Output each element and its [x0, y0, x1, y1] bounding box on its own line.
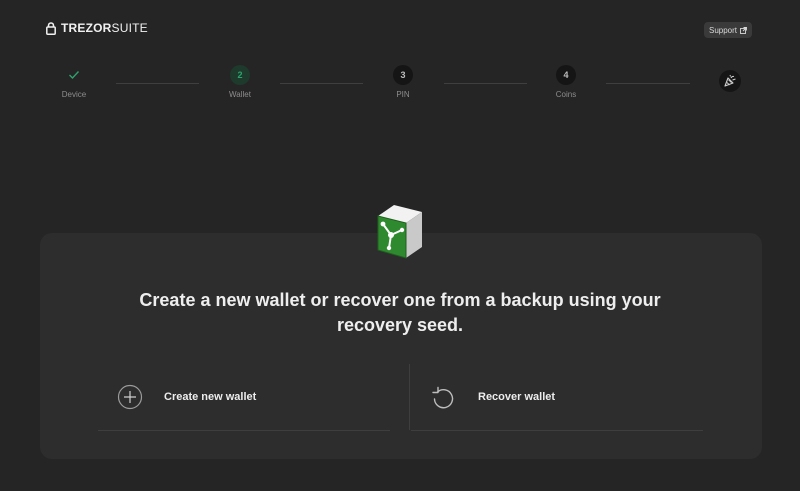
step-device-circle	[64, 65, 84, 85]
step-pin-circle: 3	[393, 65, 413, 85]
plus-circle-icon	[117, 384, 143, 410]
wallet-cube-illustration	[377, 205, 422, 259]
step-wallet-circle: 2	[230, 65, 250, 85]
step-connector	[444, 83, 527, 84]
page-title: Create a new wallet or recover one from …	[139, 290, 661, 335]
support-button[interactable]: Support	[704, 22, 753, 38]
finish-step	[719, 70, 741, 92]
step-pin: 3 PIN	[373, 65, 433, 99]
step-connector	[116, 83, 199, 84]
logo-text-light: SUITE	[111, 21, 148, 35]
recover-icon	[432, 386, 454, 409]
step-coins: 4 Coins	[536, 65, 596, 99]
logo-text: TREZORSUITE	[61, 21, 148, 35]
party-popper-icon	[724, 74, 736, 87]
step-coins-label: Coins	[555, 90, 577, 99]
step-wallet: 2 Wallet	[210, 65, 270, 99]
step-connector	[280, 83, 363, 84]
step-device: Device	[44, 65, 104, 99]
step-connector	[606, 83, 690, 84]
create-new-wallet-button[interactable]: Create new wallet	[98, 364, 390, 431]
options-divider	[409, 364, 410, 430]
step-pin-label: PIN	[396, 90, 410, 99]
external-link-icon	[740, 26, 747, 34]
step-wallet-label: Wallet	[229, 90, 251, 99]
create-new-wallet-label: Create new wallet	[164, 391, 257, 403]
recover-wallet-button[interactable]: Recover wallet	[411, 364, 703, 431]
recover-wallet-label: Recover wallet	[478, 391, 556, 403]
lock-icon	[46, 21, 56, 35]
support-label: Support	[709, 25, 738, 35]
checkmark-icon	[69, 71, 80, 80]
trezor-suite-logo: TREZORSUITE	[46, 21, 148, 35]
logo-text-bold: TREZOR	[61, 21, 112, 35]
step-device-label: Device	[61, 90, 87, 99]
step-coins-circle: 4	[556, 65, 576, 85]
